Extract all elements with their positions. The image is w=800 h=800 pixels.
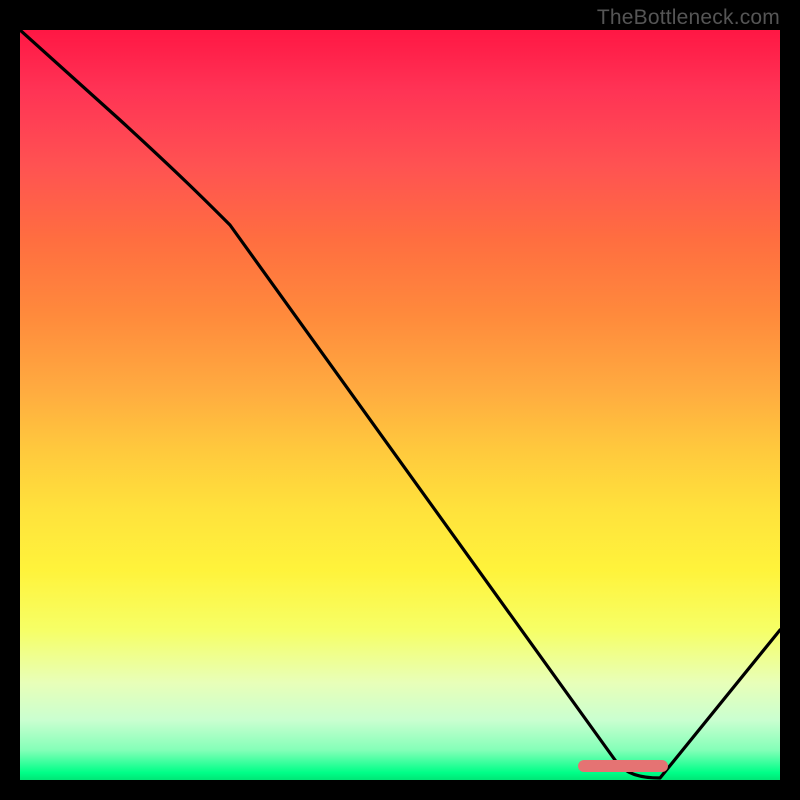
plot-area <box>20 30 780 780</box>
optimal-range-marker <box>578 760 668 772</box>
bottleneck-curve <box>20 30 780 778</box>
attribution-text: TheBottleneck.com <box>597 6 780 30</box>
curve-svg <box>20 30 780 780</box>
chart-container: TheBottleneck.com <box>0 0 800 800</box>
